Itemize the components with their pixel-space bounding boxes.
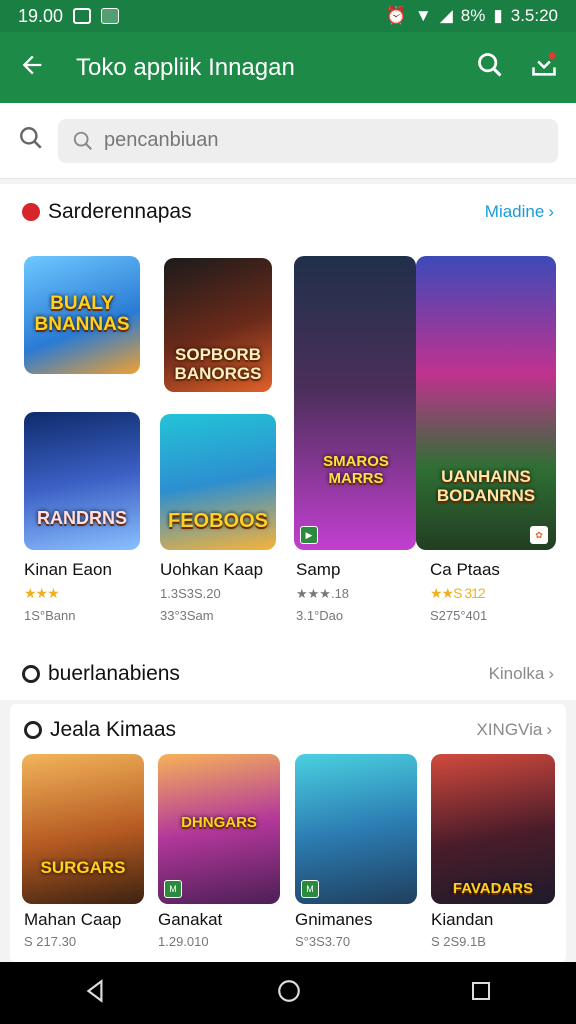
alarm-icon: ⏰ bbox=[385, 6, 407, 25]
app-tile[interactable]: M bbox=[295, 754, 417, 904]
app-name[interactable]: Mahan Caap bbox=[24, 910, 121, 930]
app-name[interactable]: Kiandan bbox=[431, 910, 493, 930]
image-notification-icon bbox=[101, 8, 120, 24]
app-meta: S 2S9.1B bbox=[431, 934, 486, 949]
tile-label: SURGARS bbox=[40, 858, 126, 877]
app-tile[interactable]: SMAROS MARRS ▶ bbox=[294, 256, 416, 550]
games-section: Jeala Kimaas XINGVia › SURGARS DHNGARS M… bbox=[10, 704, 566, 962]
rating-stars: ★★S 312 bbox=[430, 585, 486, 601]
app-tile[interactable]: FAVADARS bbox=[431, 754, 555, 904]
see-more-link[interactable]: Kinolka › bbox=[489, 664, 554, 684]
wifi-icon: ▼ bbox=[414, 6, 432, 25]
app-meta: ★★★.18 bbox=[296, 586, 350, 601]
app-meta: S°3S3.70 bbox=[295, 934, 351, 949]
app-badge-icon: ✿ bbox=[530, 526, 548, 544]
download-icon[interactable] bbox=[530, 51, 558, 84]
page-title: Toko appliik Innagan bbox=[76, 53, 295, 81]
chevron-right-icon: › bbox=[546, 720, 552, 739]
app-bar: Toko appliik Innagan bbox=[0, 32, 576, 103]
tile-label: BUALY BNANNAS bbox=[34, 293, 130, 335]
section-header: buerlanabiens Kinolka › bbox=[0, 648, 576, 700]
recents-square-icon[interactable] bbox=[469, 979, 493, 1008]
section-title: Jeala Kimaas bbox=[50, 718, 177, 741]
rating-stars: ★★★ bbox=[24, 585, 60, 601]
status-time: 19.00 bbox=[18, 5, 64, 26]
see-more-label: XINGVia bbox=[476, 720, 543, 739]
app-name[interactable]: Ganakat bbox=[158, 910, 222, 930]
app-meta: 1S°Bann bbox=[24, 608, 76, 623]
status-clock: 3.5:20 bbox=[510, 6, 558, 25]
section-title: buerlanabiens bbox=[48, 662, 180, 685]
app-tile[interactable]: SURGARS bbox=[22, 754, 144, 904]
back-triangle-icon[interactable] bbox=[83, 978, 109, 1009]
refresh-icon bbox=[22, 665, 40, 683]
app-tile[interactable]: UANHAINS BODANRNS ✿ bbox=[416, 256, 556, 550]
battery-percent: 8% bbox=[460, 6, 486, 25]
app-meta: 1.3S3S.20 bbox=[160, 586, 221, 601]
tile-label: DHNGARS bbox=[181, 814, 257, 831]
chevron-right-icon: › bbox=[548, 664, 554, 683]
back-arrow-icon[interactable] bbox=[18, 51, 46, 84]
tile-label: SMAROS MARRS bbox=[323, 453, 389, 487]
refresh-icon bbox=[24, 721, 42, 739]
app-meta: 33°3Sam bbox=[160, 608, 214, 623]
app-name[interactable]: Uohkan Kaap bbox=[160, 560, 263, 580]
app-badge-icon: M bbox=[164, 880, 182, 898]
search-icon[interactable] bbox=[18, 125, 44, 156]
app-badge-icon: ▶ bbox=[300, 526, 318, 544]
app-name[interactable]: Samp bbox=[296, 560, 340, 580]
app-name[interactable]: Gnimanes bbox=[295, 910, 372, 930]
section-title: Sarderennapas bbox=[48, 200, 192, 223]
app-tile[interactable]: DHNGARS M bbox=[158, 754, 280, 904]
app-tile[interactable]: FEOBOOS bbox=[160, 414, 276, 550]
tile-label: FAVADARS bbox=[452, 880, 534, 897]
search-icon bbox=[73, 131, 92, 150]
app-tile[interactable]: RANDRNS bbox=[24, 412, 140, 550]
search-placeholder: pencanbiuan bbox=[104, 129, 219, 151]
see-more-link[interactable]: XINGVia › bbox=[477, 720, 553, 740]
app-tile[interactable]: BUALY BNANNAS bbox=[24, 256, 140, 374]
chevron-right-icon: › bbox=[548, 202, 554, 221]
signal-icon: ◢ bbox=[439, 6, 453, 25]
search-input[interactable]: pencanbiuan bbox=[58, 118, 558, 163]
battery-icon: ▮ bbox=[493, 6, 503, 25]
category-section: buerlanabiens Kinolka › bbox=[0, 648, 576, 700]
app-badge-icon: M bbox=[301, 880, 319, 898]
tile-label: SOPBORB BANORGS bbox=[174, 345, 262, 383]
tile-label: FEOBOOS bbox=[167, 510, 268, 532]
status-bar: 19.00 ⏰ ▼ ◢ 8% ▮ 3.5:20 bbox=[0, 0, 576, 32]
search-icon[interactable] bbox=[476, 51, 504, 84]
see-more-label: Kinolka bbox=[488, 664, 545, 683]
heart-icon bbox=[22, 203, 40, 221]
app-meta: S275°401 bbox=[430, 608, 488, 623]
home-circle-icon[interactable] bbox=[276, 978, 302, 1009]
notification-icon bbox=[73, 8, 92, 24]
tile-label: RANDRNS bbox=[37, 508, 127, 528]
see-more-link[interactable]: Miadine › bbox=[485, 202, 554, 222]
search-bar: pencanbiuan bbox=[0, 103, 576, 179]
section-header: Sarderennapas Miadine › bbox=[0, 184, 576, 240]
app-name[interactable]: Ca Ptaas bbox=[430, 560, 500, 580]
app-meta: 1.29.010 bbox=[158, 934, 209, 949]
section-header: Jeala Kimaas XINGVia › bbox=[10, 704, 566, 756]
system-nav-bar bbox=[0, 962, 576, 1024]
app-meta: S 217.30 bbox=[24, 934, 77, 949]
app-name[interactable]: Kinan Eaon bbox=[24, 560, 112, 580]
tile-label: UANHAINS BODANRNS bbox=[436, 467, 536, 505]
see-more-label: Miadine bbox=[484, 202, 545, 221]
featured-section: Sarderennapas Miadine › BUALY BNANNAS SO… bbox=[0, 184, 576, 648]
app-meta: 3.1°Dao bbox=[296, 608, 344, 623]
app-tile[interactable]: SOPBORB BANORGS bbox=[164, 258, 272, 392]
